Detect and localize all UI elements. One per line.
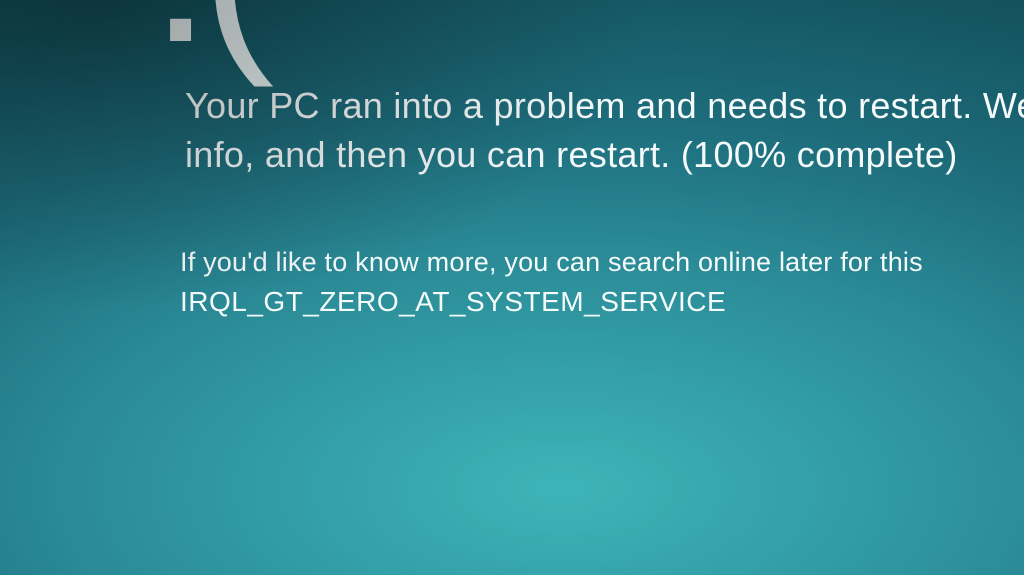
main-message-line1: Your PC ran into a problem and needs to … (185, 82, 1024, 131)
main-message: Your PC ran into a problem and needs to … (185, 82, 1024, 179)
error-code: IRQL_GT_ZERO_AT_SYSTEM_SERVICE (180, 286, 726, 318)
bsod-screen: :( Your PC ran into a problem and needs … (0, 0, 1024, 575)
search-hint: If you'd like to know more, you can sear… (180, 243, 923, 282)
main-message-line2: info, and then you can restart. (100% co… (185, 131, 1024, 180)
frown-icon: :( (150, 0, 264, 75)
